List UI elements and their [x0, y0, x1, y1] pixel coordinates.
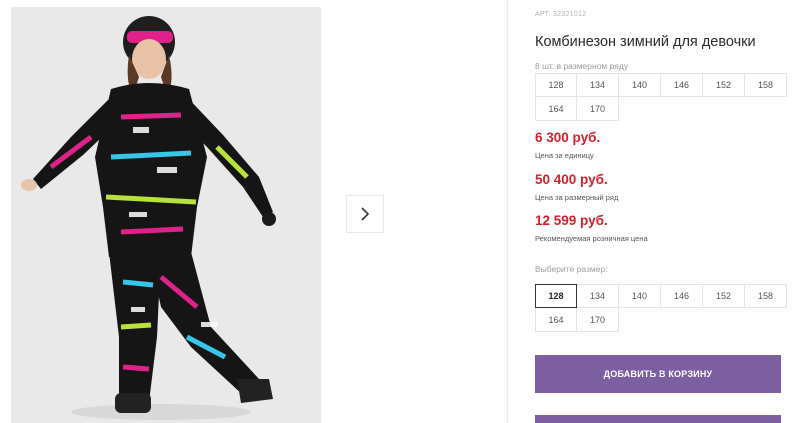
chevron-right-icon — [361, 207, 370, 221]
size-option[interactable]: 164 — [535, 308, 577, 332]
pack-price-note: Цена за размерный ряд — [535, 193, 619, 202]
size-option[interactable]: 134 — [577, 284, 619, 308]
product-photo[interactable] — [11, 7, 321, 423]
pack-size-cell: 170 — [577, 97, 619, 121]
next-image-button[interactable] — [346, 195, 384, 233]
pack-size-cell: 140 — [619, 73, 661, 97]
pack-size-grid: 128 134 140 146 152 158 164 170 — [535, 73, 787, 121]
retail-price: 12 599 руб. — [535, 213, 608, 228]
pack-size-cell: 134 — [577, 73, 619, 97]
product-gallery — [0, 0, 508, 423]
add-to-cart-button[interactable]: ДОБАВИТЬ В КОРЗИНУ — [535, 355, 781, 393]
product-title: Комбинезон зимний для девочки — [535, 34, 756, 50]
size-option[interactable]: 152 — [703, 284, 745, 308]
pack-price: 50 400 руб. — [535, 172, 608, 187]
size-option[interactable]: 140 — [619, 284, 661, 308]
size-option[interactable]: 170 — [577, 308, 619, 332]
product-info-panel: АРТ. 32321012 Комбинезон зимний для дево… — [535, 0, 800, 423]
size-selector: 128 134 140 146 152 158 164 170 — [535, 284, 787, 332]
pack-size-label: 8 шт. в размерном ряду — [535, 61, 629, 71]
pack-size-cell: 152 — [703, 73, 745, 97]
pack-size-cell: 158 — [745, 73, 787, 97]
product-article: АРТ. 32321012 — [535, 11, 587, 18]
size-option[interactable]: 158 — [745, 284, 787, 308]
pack-size-cell: 128 — [535, 73, 577, 97]
retail-price-note: Рекомендуемая розничная цена — [535, 234, 648, 243]
size-option-selected[interactable]: 128 — [535, 284, 577, 308]
secondary-action-button[interactable] — [535, 415, 781, 423]
choose-size-label: Выберите размер: — [535, 264, 608, 274]
pack-size-cell: 146 — [661, 73, 703, 97]
product-photo-illustration — [11, 7, 321, 423]
pack-size-cell: 164 — [535, 97, 577, 121]
unit-price: 6 300 руб. — [535, 130, 601, 145]
unit-price-note: Цена за единицу — [535, 151, 594, 160]
size-option[interactable]: 146 — [661, 284, 703, 308]
